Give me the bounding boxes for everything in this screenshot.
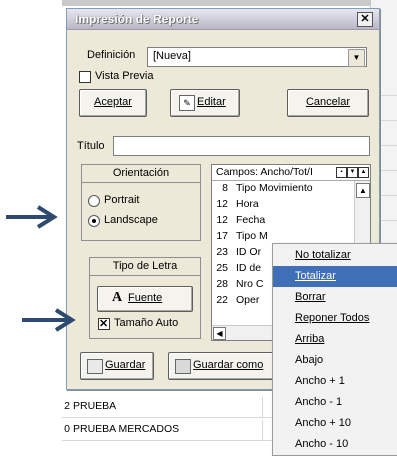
- menu-item-abajo[interactable]: Abajo: [273, 350, 397, 371]
- menu-item-label: Abajo: [295, 354, 324, 366]
- item-width: 22: [216, 294, 228, 306]
- close-button[interactable]: ✕: [357, 12, 373, 27]
- editar-button[interactable]: ✎ Editar: [170, 89, 240, 117]
- titulo-label: Título: [77, 140, 105, 152]
- menu-item-arriba[interactable]: Arriba: [273, 329, 397, 350]
- annotation-arrow-icon: [6, 205, 58, 229]
- landscape-radio[interactable]: [88, 215, 100, 227]
- item-width: 25: [216, 262, 228, 274]
- menu-item-ancho-plus-1[interactable]: Ancho + 1: [273, 371, 397, 392]
- list-item[interactable]: 12 Hora: [212, 198, 352, 211]
- definicion-combo[interactable]: [Nueva] ▼: [147, 47, 367, 67]
- row-number: 2: [64, 400, 70, 412]
- item-name: ID Or: [236, 246, 262, 258]
- tipo-letra-title: Tipo de Letra: [90, 258, 200, 276]
- campos-header-text: Campos: Ancho/Tot/I: [216, 166, 313, 178]
- editar-label: Editar: [197, 96, 226, 108]
- chevron-down-icon[interactable]: ▼: [347, 167, 358, 178]
- row-number: 0: [64, 423, 70, 435]
- row-text: PRUEBA MERCADOS: [73, 423, 180, 435]
- item-name: Hora: [236, 198, 259, 210]
- scroll-left-icon[interactable]: ◀: [213, 327, 226, 340]
- item-name: Oper: [236, 294, 260, 306]
- menu-item-label: Ancho + 1: [295, 375, 345, 387]
- fuente-button[interactable]: A Fuente: [97, 286, 193, 312]
- menu-item-borrar[interactable]: Borrar: [273, 287, 397, 308]
- menu-item-no-totalizar[interactable]: No totalizar: [273, 245, 397, 266]
- menu-item-ancho-minus-10[interactable]: Ancho - 10: [273, 434, 397, 455]
- menu-item-ancho-minus-1[interactable]: Ancho - 1: [273, 392, 397, 413]
- row-text: PRUEBA: [73, 400, 117, 412]
- guardar-label: Guardar: [105, 359, 146, 371]
- cancelar-label: Cancelar: [305, 96, 351, 108]
- aceptar-label: Aceptar: [94, 96, 132, 108]
- menu-item-label: Borrar: [295, 291, 326, 303]
- tamano-auto-checkbox[interactable]: [98, 317, 110, 330]
- menu-item-ancho-plus-10[interactable]: Ancho + 10: [273, 413, 397, 434]
- landscape-label: Landscape: [104, 214, 158, 226]
- annotation-arrow-icon: [22, 308, 76, 332]
- menu-item-label: Ancho + 10: [295, 417, 351, 429]
- context-menu: No totalizar Totalizar Borrar Reponer To…: [272, 243, 397, 456]
- item-width: 8: [222, 182, 228, 194]
- guardar-button[interactable]: Guardar: [80, 352, 154, 380]
- item-name: ID de: [236, 262, 262, 274]
- tamano-auto-label: Tamaño Auto: [114, 317, 179, 329]
- item-name: Nro C: [236, 278, 264, 290]
- item-width: 28: [216, 278, 228, 290]
- item-name: Tipo M: [236, 230, 268, 242]
- item-name: Fecha: [236, 214, 266, 226]
- definicion-label: Definición: [87, 49, 136, 61]
- portrait-label: Portrait: [104, 194, 140, 206]
- item-width: 23: [216, 246, 228, 258]
- font-icon: A: [112, 290, 123, 305]
- campos-header: Campos: Ancho/Tot/I ▪ ▼ ▲: [212, 165, 370, 181]
- menu-item-label: Ancho - 10: [295, 438, 349, 450]
- menu-item-label: Reponer Todos: [295, 312, 370, 324]
- menu-item-label: Arriba: [295, 333, 325, 345]
- orientacion-title: Orientación: [82, 165, 200, 183]
- item-width: 17: [216, 230, 228, 242]
- save-icon: [87, 359, 103, 374]
- definicion-value: [Nueva]: [153, 50, 191, 62]
- checkbox-icon[interactable]: ▪: [336, 167, 347, 178]
- menu-item-totalizar[interactable]: Totalizar: [273, 266, 397, 287]
- list-item[interactable]: 17 Tipo M: [212, 230, 352, 243]
- vista-previa-checkbox[interactable]: [79, 71, 91, 83]
- item-width: 12: [216, 214, 228, 226]
- dialog-titlebar[interactable]: Impresión de Reporte ✕: [67, 9, 379, 30]
- save-as-icon: [175, 359, 191, 374]
- aceptar-button[interactable]: Aceptar: [79, 89, 147, 117]
- menu-item-label: Ancho - 1: [295, 396, 343, 408]
- orientacion-group: Orientación Portrait Landscape: [81, 164, 201, 241]
- titulo-input[interactable]: [113, 136, 370, 156]
- item-width: 12: [216, 198, 228, 210]
- menu-item-label: Totalizar: [295, 270, 336, 282]
- chevron-down-icon[interactable]: ▼: [348, 49, 365, 67]
- dialog-title: Impresión de Reporte: [75, 12, 199, 26]
- list-item[interactable]: 8 Tipo Movimiento: [212, 182, 352, 195]
- portrait-radio[interactable]: [88, 195, 100, 207]
- guardar-como-label: Guardar como: [193, 359, 264, 371]
- menu-item-reponer-todos[interactable]: Reponer Todos: [273, 308, 397, 329]
- scroll-up-icon[interactable]: ▲: [356, 183, 370, 198]
- edit-icon: ✎: [179, 95, 195, 111]
- item-name: Tipo Movimiento: [236, 182, 313, 194]
- menu-item-label: No totalizar: [295, 249, 351, 261]
- list-item[interactable]: 12 Fecha: [212, 214, 352, 227]
- fuente-label: Fuente: [128, 292, 163, 304]
- vista-previa-label: Vista Previa: [95, 70, 154, 82]
- guardar-como-button[interactable]: Guardar como: [168, 352, 280, 380]
- cancelar-button[interactable]: Cancelar: [287, 89, 369, 117]
- tipo-letra-group: Tipo de Letra A Fuente Tamaño Auto: [89, 257, 201, 339]
- chevron-up-icon[interactable]: ▲: [358, 167, 369, 178]
